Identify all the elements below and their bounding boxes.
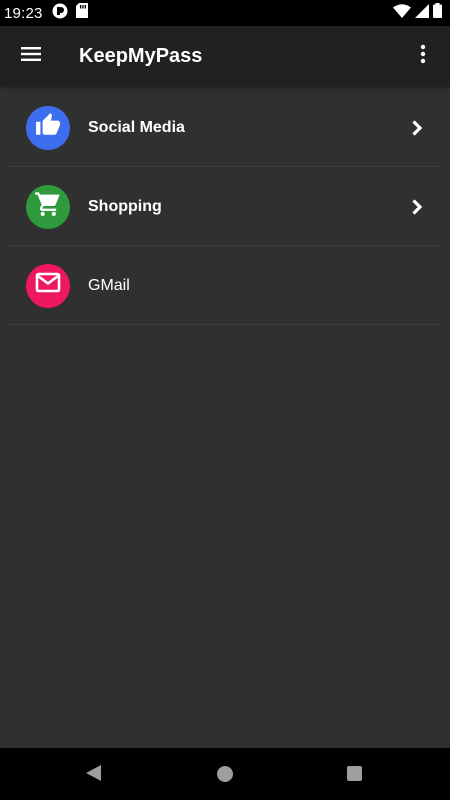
back-icon[interactable] [85, 764, 103, 787]
cellular-signal-icon [415, 3, 429, 23]
recents-icon[interactable] [347, 766, 362, 781]
wifi-icon [393, 3, 411, 23]
category-avatar [26, 184, 70, 229]
menu-icon [20, 46, 42, 67]
chevron-right-icon [410, 198, 424, 216]
app-notification-icon [52, 3, 68, 24]
app-bar: KeepMyPass [0, 26, 450, 86]
menu-button[interactable] [0, 26, 62, 86]
status-left-icons [52, 3, 88, 24]
chevron-right-icon [410, 119, 424, 137]
account-label: GMail [88, 276, 130, 294]
account-row-gmail[interactable]: GMail [0, 246, 450, 325]
category-row-shopping[interactable]: Shopping [0, 167, 450, 246]
account-avatar [26, 263, 70, 308]
status-bar: 19:23 [0, 0, 450, 26]
status-time: 19:23 [4, 4, 43, 22]
system-nav-bar [0, 748, 450, 800]
status-right-icons [393, 3, 442, 23]
category-avatar [26, 105, 70, 150]
sd-card-icon [75, 3, 88, 23]
category-label: Shopping [88, 197, 162, 215]
app-title: KeepMyPass [79, 44, 203, 67]
battery-icon [433, 3, 442, 23]
shopping-cart-icon [34, 190, 62, 223]
category-row-social-media[interactable]: Social Media [0, 88, 450, 167]
thumbs-up-icon [35, 112, 61, 143]
mail-icon [35, 272, 61, 299]
more-vert-icon [420, 44, 426, 69]
home-icon[interactable] [217, 766, 233, 782]
overflow-menu-button[interactable] [396, 26, 450, 86]
category-label: Social Media [88, 118, 185, 136]
category-list: Social Media Shopping GMail [0, 88, 450, 325]
